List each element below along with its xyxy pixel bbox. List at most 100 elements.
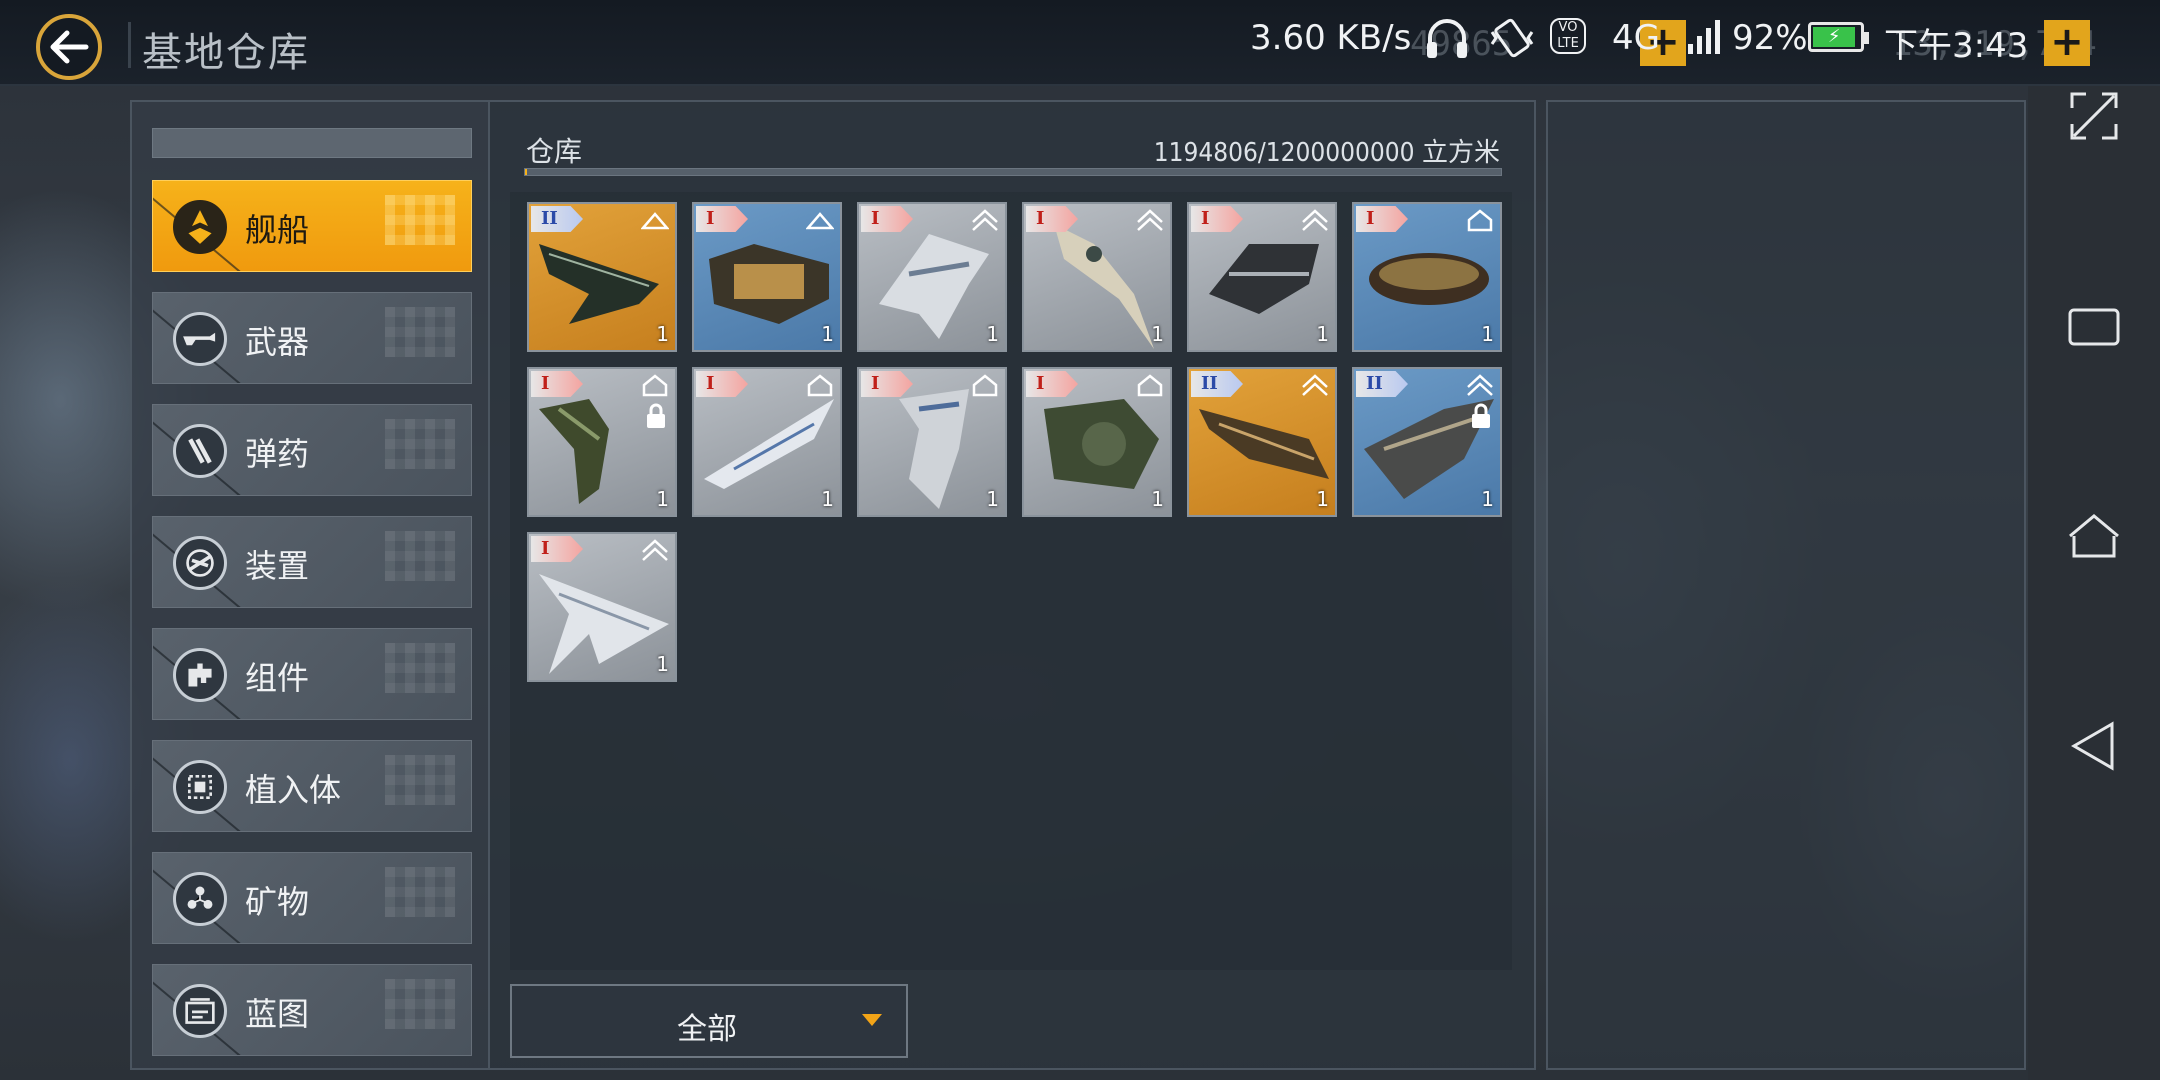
detail-panel: [1546, 100, 2026, 1070]
sidebar-item-blueprint[interactable]: 蓝图: [152, 964, 472, 1056]
nav-icon-wrap: [173, 984, 227, 1038]
storage-usage-bar: [524, 168, 1502, 176]
ship-item-card[interactable]: II 1: [1187, 367, 1337, 517]
arrow-left-icon: [50, 30, 89, 64]
item-quantity: 1: [1316, 322, 1329, 346]
ship-item-card[interactable]: I1: [1022, 367, 1172, 517]
caret-down-icon: [862, 1014, 882, 1026]
network-type: 4G: [1612, 18, 1660, 58]
headphones-icon: [1427, 19, 1467, 58]
item-quantity: 1: [986, 322, 999, 346]
sidebar-item-label: 舰船: [245, 211, 310, 249]
ship-item-card[interactable]: I1: [692, 202, 842, 352]
volte-badge: VO LTE: [1550, 18, 1586, 54]
ship-class-double-icon: [1137, 209, 1163, 231]
blueprint-category-icon: [185, 998, 215, 1024]
sidebar-item-ship[interactable]: 舰船: [152, 180, 472, 272]
add-currency-button-right[interactable]: +: [2044, 20, 2090, 66]
ship-item-card[interactable]: I1: [857, 367, 1007, 517]
sidebar-item-label: 蓝图: [245, 995, 310, 1033]
item-quantity: 1: [656, 487, 669, 511]
lock-icon: [1472, 403, 1490, 428]
filter-selected-value: 全部: [677, 1012, 737, 1047]
nav-icon-wrap: [173, 872, 227, 926]
sidebar-item-device[interactable]: 装置: [152, 516, 472, 608]
checker-decoration: [385, 867, 455, 917]
sidebar-item-label: 装置: [245, 547, 310, 585]
home-button[interactable]: [2064, 506, 2124, 566]
mineral-category-icon: [187, 886, 213, 909]
implant-category-icon: [188, 775, 212, 799]
filter-dropdown[interactable]: 全部: [510, 984, 908, 1058]
ship-item-card[interactable]: I1: [857, 202, 1007, 352]
sidebar-item-weapon[interactable]: 武器: [152, 292, 472, 384]
sidebar-item-implant[interactable]: 植入体: [152, 740, 472, 832]
checker-decoration: [385, 979, 455, 1029]
nav-icon-wrap: [173, 648, 227, 702]
checker-decoration: [385, 643, 455, 693]
nav-icon-wrap: [173, 424, 227, 478]
nav-icon-wrap: [173, 536, 227, 590]
fullscreen-button[interactable]: [2064, 86, 2124, 146]
nav-icon-wrap: [173, 200, 227, 254]
checker-decoration: [385, 755, 455, 805]
ship-item-card[interactable]: I1: [1187, 202, 1337, 352]
ship-class-double-icon: [1302, 209, 1328, 231]
item-quantity: 1: [656, 652, 669, 676]
sidebar-item-ammo[interactable]: 弹药: [152, 404, 472, 496]
sidebar-item-label: 武器: [245, 323, 310, 361]
nav-icon-wrap: [173, 312, 227, 366]
category-scroll-peek[interactable]: [152, 128, 472, 158]
ammo-category-icon: [188, 438, 212, 464]
ship-item-card[interactable]: I1: [1352, 202, 1502, 352]
weapon-category-icon: [183, 332, 216, 346]
storage-capacity: 1194806/1200000000 立方米: [1153, 138, 1500, 168]
sidebar-item-label: 植入体: [245, 771, 342, 809]
ship-class-double-icon: [972, 209, 998, 231]
sidebar-item-component[interactable]: 组件: [152, 628, 472, 720]
sidebar-item-mineral[interactable]: 矿物: [152, 852, 472, 944]
vibrate-icon: [1490, 18, 1534, 58]
page-title: 基地仓库: [142, 30, 310, 76]
ship-class-house-icon: [642, 374, 668, 397]
recents-button[interactable]: [2064, 296, 2124, 356]
component-category-icon: [188, 663, 212, 687]
sidebar-item-label: 矿物: [245, 883, 310, 921]
back-button[interactable]: [36, 14, 102, 80]
ship-class-house-icon: [1467, 209, 1493, 232]
network-speed: 3.60 KB/s: [1250, 18, 1412, 58]
ship-category-icon: [188, 210, 212, 244]
battery-icon: ⚡: [1808, 22, 1869, 52]
storage-label: 仓库: [526, 135, 583, 168]
fullscreen-icon: [2070, 92, 2118, 140]
checker-decoration: [385, 195, 455, 245]
system-navigation-bar: [2028, 86, 2160, 1080]
title-bar: 基地仓库 49865 + 13,219,734 + 3.60 KB/s VO L…: [0, 0, 2160, 86]
ship-class-double-icon: [642, 539, 668, 561]
item-quantity: 1: [1151, 322, 1164, 346]
signal-icon: [1688, 20, 1720, 54]
ship-item-card[interactable]: I1: [1022, 202, 1172, 352]
ship-item-card[interactable]: I1: [692, 367, 842, 517]
ship-item-card[interactable]: I1: [527, 367, 677, 517]
ship-item-card[interactable]: II 1: [1352, 367, 1502, 517]
recents-icon: [2068, 308, 2120, 346]
ship-item-card[interactable]: II 1: [527, 202, 677, 352]
item-quantity: 1: [821, 322, 834, 346]
nav-icon-wrap: [173, 760, 227, 814]
item-quantity: 1: [1316, 487, 1329, 511]
battery-percent: 92%: [1732, 18, 1808, 58]
ship-class-double-icon: [1467, 374, 1493, 396]
item-quantity: 1: [1481, 487, 1494, 511]
checker-decoration: [385, 307, 455, 357]
lock-icon: [647, 403, 665, 428]
checker-decoration: [385, 531, 455, 581]
item-quantity: 1: [986, 487, 999, 511]
storage-usage-fill: [525, 169, 527, 175]
checker-decoration: [385, 419, 455, 469]
ship-item-card[interactable]: I1: [527, 532, 677, 682]
ship-class-single-icon: [806, 212, 834, 230]
back-nav-button[interactable]: [2064, 716, 2124, 776]
item-quantity: 1: [821, 487, 834, 511]
title-divider: [128, 22, 131, 68]
